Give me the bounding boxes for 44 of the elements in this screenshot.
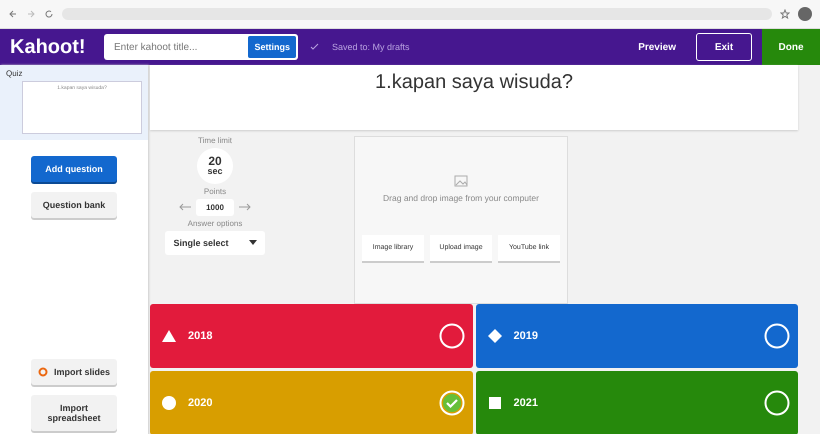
- answer-tile[interactable]: 2019: [476, 304, 798, 368]
- ring-icon: [38, 367, 48, 377]
- answer-text: 2018: [188, 330, 214, 342]
- diamond-icon: [488, 329, 502, 343]
- answer-options-label: Answer options: [188, 218, 242, 228]
- triangle-icon: [162, 329, 176, 343]
- points-label: Points: [204, 186, 226, 196]
- slide-label: Quiz: [6, 69, 24, 78]
- circle-icon[interactable]: [438, 323, 464, 349]
- back-icon[interactable]: [8, 9, 18, 19]
- square-icon: [488, 396, 502, 410]
- import-slides-button[interactable]: Import slides: [31, 359, 117, 385]
- circle-icon[interactable]: [764, 390, 790, 416]
- add-question-button[interactable]: Add question: [31, 156, 117, 182]
- image-icon: [454, 174, 468, 187]
- star-icon[interactable]: [780, 9, 790, 19]
- title-field[interactable]: Enter kahoot title... Settings: [104, 34, 298, 60]
- answer-text: 2020: [188, 397, 214, 409]
- answer-text: 2021: [514, 397, 539, 409]
- settings-button[interactable]: Settings: [248, 36, 296, 58]
- app-logo: Kahoot!: [10, 36, 87, 58]
- done-button[interactable]: Done: [762, 29, 820, 65]
- answer-tile[interactable]: 2021: [476, 371, 798, 434]
- save-status: Saved to: My drafts: [332, 42, 410, 52]
- drop-hint: Drag and drop image from your computer: [383, 192, 539, 203]
- time-limit-label: Time limit: [198, 136, 232, 145]
- check-circle-icon[interactable]: [438, 390, 464, 416]
- reload-icon[interactable]: [44, 9, 54, 19]
- circle-icon: [162, 396, 176, 410]
- circle-icon[interactable]: [764, 323, 790, 349]
- import-spreadsheet-button[interactable]: Import spreadsheet: [31, 395, 117, 431]
- arrow-right-icon[interactable]: [238, 203, 252, 212]
- exit-button[interactable]: Exit: [696, 33, 752, 61]
- answer-options-dropdown[interactable]: Single select: [165, 230, 265, 255]
- question-title[interactable]: 1.kapan saya wisuda?: [150, 65, 798, 130]
- profile-avatar[interactable]: [798, 7, 812, 21]
- caret-icon: [248, 238, 257, 246]
- answer-text: 2019: [514, 330, 539, 342]
- question-bank-button[interactable]: Question bank: [31, 192, 117, 218]
- arrow-left-icon[interactable]: [178, 203, 192, 212]
- points-selector[interactable]: 1000: [196, 198, 234, 216]
- preview-link[interactable]: Preview: [638, 42, 676, 52]
- answer-tile[interactable]: 2018: [150, 304, 472, 368]
- time-limit-selector[interactable]: 20 sec: [197, 148, 233, 184]
